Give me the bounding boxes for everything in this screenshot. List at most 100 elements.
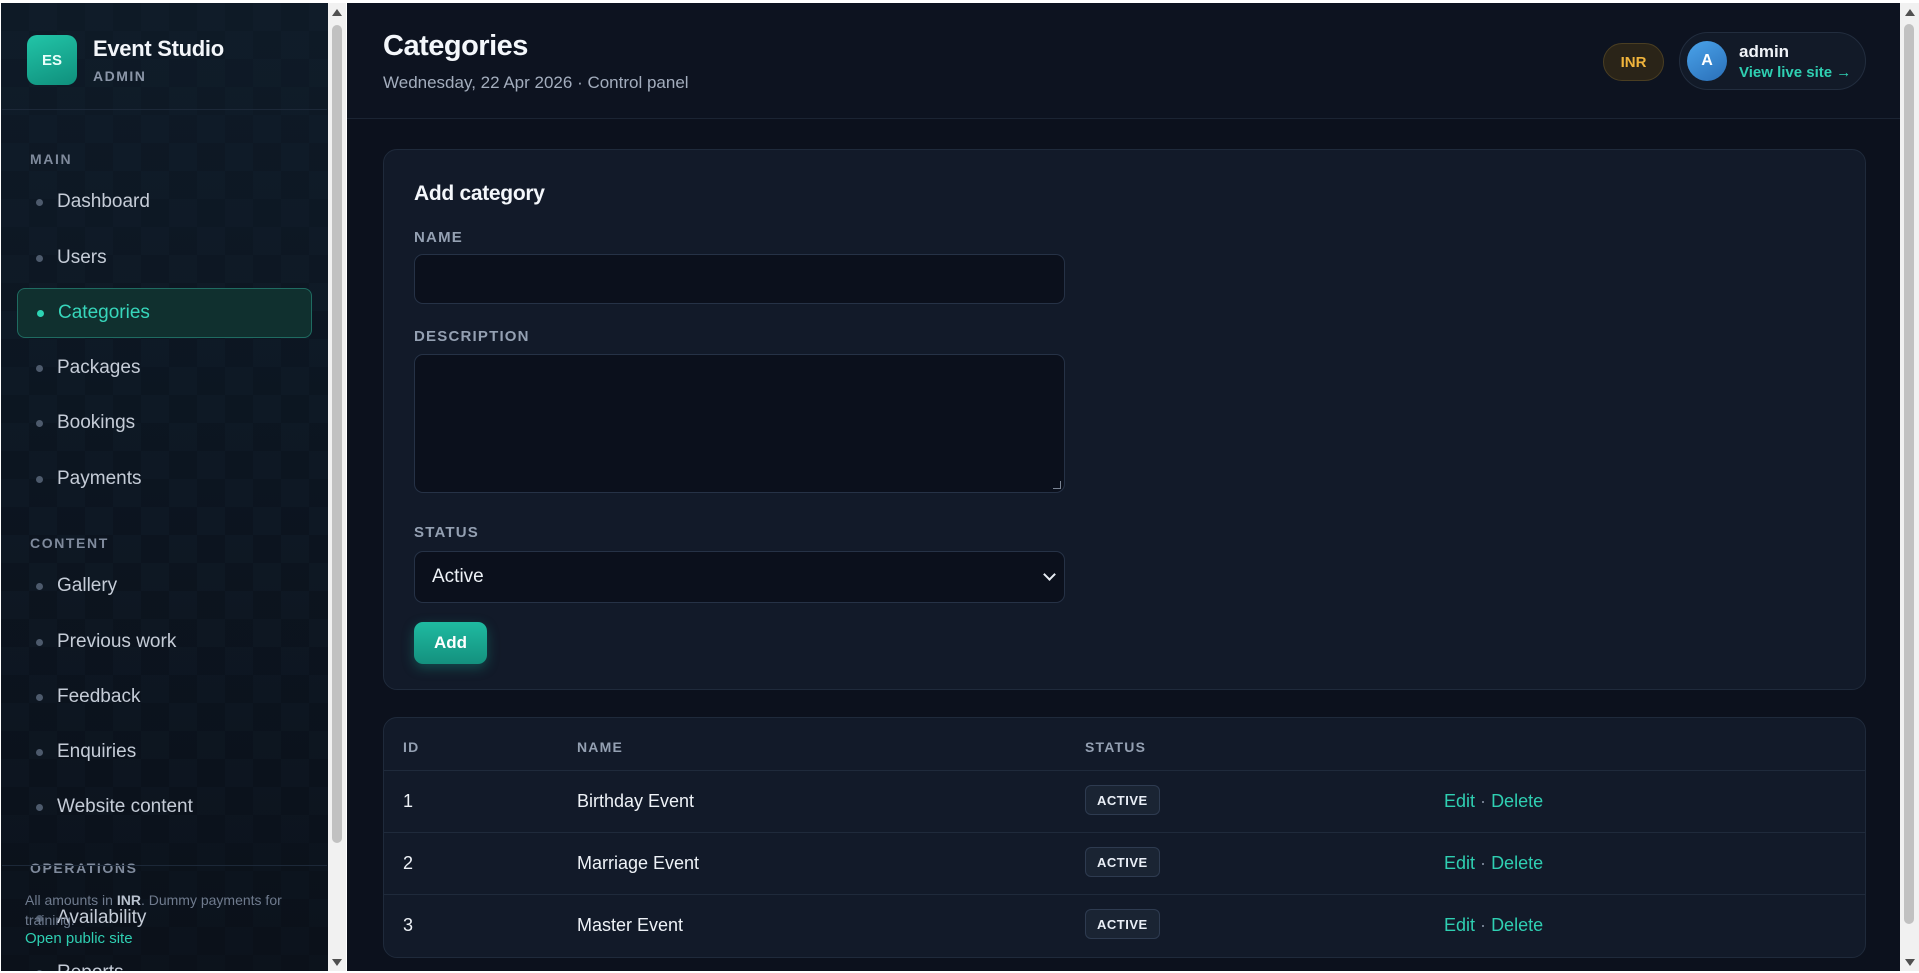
status-badge: ACTIVE — [1085, 909, 1160, 939]
sidebar-item-dashboard[interactable]: Dashboard — [17, 177, 312, 227]
brand-subtitle: ADMIN — [93, 68, 147, 84]
sidebar-item-label: Reports — [57, 962, 124, 971]
categories-table: ID NAME STATUS 1 Birthday Event ACTIVE E… — [383, 717, 1866, 958]
sidebar-item-website-content[interactable]: Website content — [17, 782, 312, 832]
column-header-name: NAME — [577, 739, 624, 755]
bullet-icon — [36, 419, 43, 427]
bullet-icon — [36, 198, 43, 206]
sidebar-item-label: Feedback — [57, 686, 141, 707]
currency-note-code: INR — [116, 892, 141, 908]
brand[interactable]: ES Event Studio ADMIN — [27, 34, 317, 86]
row-actions: Edit · Delete — [1444, 853, 1543, 874]
nav-section-content: CONTENT — [30, 535, 109, 551]
status-badge: ACTIVE — [1085, 785, 1160, 815]
description-textarea[interactable] — [414, 354, 1065, 493]
table-row: 1 Birthday Event ACTIVE Edit · Delete — [384, 770, 1865, 832]
sidebar-item-label: Dashboard — [57, 191, 150, 212]
currency-note: All amounts in INR. Dummy payments for t… — [25, 890, 315, 930]
brand-name: Event Studio — [93, 36, 224, 61]
open-public-site-link[interactable]: Open public site — [25, 930, 133, 947]
sidebar-item-label: Users — [57, 247, 107, 268]
delete-link[interactable]: Delete — [1491, 853, 1543, 873]
status-label: STATUS — [414, 524, 479, 541]
status-select-value: Active — [432, 566, 484, 587]
currency-badge: INR — [1603, 43, 1664, 81]
sidebar-footer-divider — [2, 865, 327, 866]
user-menu[interactable]: A admin View live site → — [1679, 32, 1866, 90]
table-row: 2 Marriage Event ACTIVE Edit · Delete — [384, 832, 1865, 894]
avatar: A — [1687, 41, 1727, 81]
sidebar-item-payments[interactable]: Payments — [17, 454, 312, 504]
edit-link[interactable]: Edit — [1444, 853, 1475, 873]
bullet-icon — [37, 309, 44, 317]
delete-link[interactable]: Delete — [1491, 915, 1543, 935]
card-title: Add category — [414, 182, 545, 205]
sidebar-item-categories[interactable]: Categories — [17, 288, 312, 338]
edit-link[interactable]: Edit — [1444, 791, 1475, 811]
sidebar-item-reports[interactable]: Reports — [17, 948, 312, 971]
main-content: Categories Wednesday, 22 Apr 2026 · Cont… — [347, 3, 1900, 971]
action-separator: · — [1480, 791, 1487, 811]
row-id: 1 — [403, 791, 414, 811]
currency-note-prefix: All amounts in — [25, 892, 117, 908]
action-separator: · — [1480, 915, 1487, 935]
sidebar-scrollbar[interactable] — [328, 3, 346, 971]
sidebar-item-label: Website content — [57, 796, 193, 817]
sidebar-item-label: Packages — [57, 357, 141, 378]
nav-section-operations: OPERATIONS — [30, 860, 138, 876]
nav-section-main: MAIN — [30, 151, 73, 167]
add-category-card: Add category NAME DESCRIPTION STATUS Act… — [383, 149, 1866, 690]
scroll-up-icon[interactable] — [332, 9, 342, 16]
status-badge: ACTIVE — [1085, 847, 1160, 877]
bullet-icon — [36, 693, 43, 701]
scroll-up-icon[interactable] — [1905, 9, 1915, 16]
sidebar-item-feedback[interactable]: Feedback — [17, 672, 312, 722]
description-label: DESCRIPTION — [414, 328, 530, 345]
brand-logo: ES — [27, 35, 77, 85]
scrollbar-thumb[interactable] — [332, 25, 342, 843]
top-bar: Categories Wednesday, 22 Apr 2026 · Cont… — [347, 3, 1900, 119]
row-actions: Edit · Delete — [1444, 791, 1543, 812]
name-label: NAME — [414, 229, 463, 246]
sidebar-item-label: Categories — [58, 302, 150, 323]
sidebar-item-previous-work[interactable]: Previous work — [17, 617, 312, 667]
page-title: Categories — [383, 30, 528, 62]
edit-link[interactable]: Edit — [1444, 915, 1475, 935]
action-separator: · — [1480, 853, 1487, 873]
sidebar-item-enquiries[interactable]: Enquiries — [17, 727, 312, 777]
row-id: 2 — [403, 853, 414, 873]
delete-link[interactable]: Delete — [1491, 791, 1543, 811]
sidebar-divider — [2, 109, 327, 110]
bullet-icon — [36, 475, 43, 483]
sidebar-item-packages[interactable]: Packages — [17, 343, 312, 393]
sidebar-item-gallery[interactable]: Gallery — [17, 561, 312, 611]
bullet-icon — [36, 582, 43, 590]
row-name: Birthday Event — [577, 791, 695, 811]
scrollbar-thumb[interactable] — [1904, 24, 1914, 924]
bullet-icon — [36, 638, 43, 646]
scroll-down-icon[interactable] — [332, 959, 342, 966]
column-header-id: ID — [403, 739, 420, 755]
bullet-icon — [36, 748, 43, 756]
scroll-down-icon[interactable] — [1905, 959, 1915, 966]
sidebar-item-users[interactable]: Users — [17, 233, 312, 283]
name-input[interactable] — [414, 254, 1065, 304]
main-scrollbar[interactable] — [1900, 3, 1919, 971]
add-button[interactable]: Add — [414, 622, 487, 664]
user-name: admin — [1739, 41, 1790, 61]
resize-grip-icon[interactable] — [1053, 481, 1061, 489]
bullet-icon — [36, 364, 43, 372]
column-header-status: STATUS — [1085, 739, 1147, 755]
sidebar: ES Event Studio ADMIN MAIN Dashboard Use… — [1, 3, 328, 971]
chevron-down-icon — [1043, 568, 1056, 581]
sidebar-item-label: Enquiries — [57, 741, 137, 762]
view-live-site-link[interactable]: View live site → — [1739, 64, 1851, 81]
bullet-icon — [36, 803, 43, 811]
table-row: 3 Master Event ACTIVE Edit · Delete — [384, 894, 1865, 956]
page-subtitle: Wednesday, 22 Apr 2026 · Control panel — [383, 73, 689, 92]
sidebar-item-label: Payments — [57, 468, 142, 489]
status-select[interactable]: Active — [414, 551, 1065, 603]
sidebar-item-bookings[interactable]: Bookings — [17, 398, 312, 448]
row-id: 3 — [403, 915, 414, 935]
row-actions: Edit · Delete — [1444, 915, 1543, 936]
